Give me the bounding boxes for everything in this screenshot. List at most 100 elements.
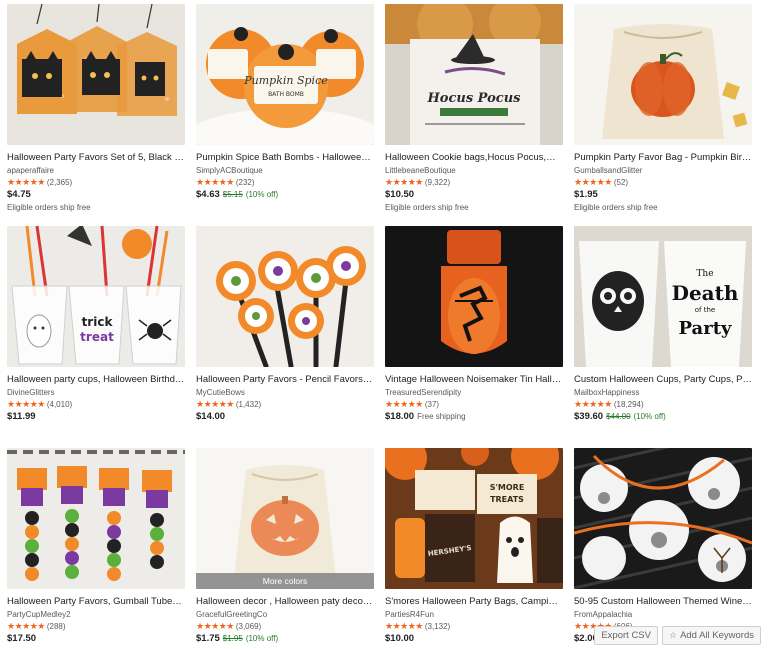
listing-title[interactable]: Halloween party cups, Halloween Birthday… — [7, 374, 185, 386]
price-row: $10.50 — [385, 189, 563, 201]
star-rating-icon: ★★★★★ — [385, 399, 423, 409]
listing-title[interactable]: Halloween Party Favors, Gumball Tubes, G… — [7, 596, 185, 608]
price: $4.63 — [196, 189, 220, 200]
listing-card[interactable]: Pumpkin Spice BATH BOMB Pumpkin Spice Ba… — [196, 4, 374, 226]
star-rating-icon: ★★★★★ — [385, 621, 423, 631]
review-count: (52) — [613, 178, 629, 187]
star-rating-icon: ★★★★★ — [7, 177, 45, 187]
listing-image[interactable] — [7, 4, 185, 145]
listing-image[interactable] — [574, 448, 752, 589]
price: $4.75 — [7, 189, 31, 200]
review-count: (288) — [46, 622, 66, 631]
listing-card[interactable]: Halloween Party Favors Set of 5, Black C… — [7, 4, 185, 226]
cup-text-death: Death — [672, 281, 739, 305]
review-count: (232) — [235, 178, 255, 187]
listing-title[interactable]: Halloween Party Favors Set of 5, Black C… — [7, 152, 185, 164]
rating: ★★★★★ (3,132) — [385, 621, 563, 632]
shop-name[interactable]: PartyCupMedley2 — [7, 610, 185, 620]
more-colors-overlay[interactable]: More colors — [196, 573, 374, 589]
cup-text-party: Party — [679, 318, 733, 339]
star-rating-icon: ★★★★★ — [7, 399, 45, 409]
listing-title[interactable]: Pumpkin Party Favor Bag - Pumpkin Birthd… — [574, 152, 752, 164]
listing-card[interactable]: Pumpkin Party Favor Bag - Pumpkin Birthd… — [574, 4, 752, 226]
shop-name[interactable]: MyCutieBows — [196, 388, 374, 398]
rating: ★★★★★ (52) — [574, 177, 752, 188]
listing-image[interactable] — [385, 226, 563, 367]
listing-card[interactable]: trick treat Halloween party cups, Hallow… — [7, 226, 185, 448]
discount-badge: (10% off) — [245, 634, 279, 643]
add-all-keywords-label: Add All Keywords — [680, 630, 754, 641]
export-csv-label: Export CSV — [601, 630, 651, 641]
listing-title[interactable]: Pumpkin Spice Bath Bombs - Halloween Ba.… — [196, 152, 374, 164]
shipping-note: Eligible orders ship free — [385, 203, 469, 212]
shop-name[interactable]: DivineGlitters — [7, 388, 185, 398]
shop-name[interactable]: TreasuredSerendipity — [385, 388, 563, 398]
listing-card[interactable]: S'MORE TREATS HERSHEY'S S'mores Hallowee… — [385, 448, 563, 648]
original-price: $1.95 — [222, 634, 243, 643]
rating: ★★★★★ (232) — [196, 177, 374, 188]
rating: ★★★★★ (1,432) — [196, 399, 374, 410]
listing-card[interactable]: Halloween Party Favors - Pencil Favors -… — [196, 226, 374, 448]
star-rating-icon: ★★★★★ — [385, 177, 423, 187]
shop-name[interactable]: GracefulGreetingCo — [196, 610, 374, 620]
smore-text-2: TREATS — [490, 495, 524, 504]
price: $10.50 — [385, 189, 415, 200]
listing-card[interactable]: Halloween Party Favors, Gumball Tubes, G… — [7, 448, 185, 648]
add-all-keywords-button[interactable]: ☆ Add All Keywords — [661, 626, 761, 645]
listing-card[interactable]: Vintage Halloween Noisemaker Tin Hallow.… — [385, 226, 563, 448]
cup-trick-text: trick — [82, 315, 114, 329]
listing-card[interactable]: Hocus Pocus Halloween Cookie bags,Hocus … — [385, 4, 563, 226]
shop-name[interactable]: apaperaffaire — [7, 166, 185, 176]
listing-image[interactable] — [574, 4, 752, 145]
listing-title[interactable]: Halloween decor , Halloween paty decor ,… — [196, 596, 374, 608]
listing-title[interactable]: Halloween Cookie bags,Hocus Pocus,Witc..… — [385, 152, 563, 164]
listing-card[interactable]: 50-95 Custom Halloween Themed Wine Ch...… — [574, 448, 752, 648]
listing-image[interactable]: Pumpkin Spice BATH BOMB — [196, 4, 374, 145]
star-rating-icon: ★★★★★ — [196, 177, 234, 187]
star-rating-icon: ★★★★★ — [574, 177, 612, 187]
listing-title[interactable]: S'mores Halloween Party Bags, Camping H.… — [385, 596, 563, 608]
rating: ★★★★★ (288) — [7, 621, 185, 632]
shop-name[interactable]: SimplyACBoutique — [196, 166, 374, 176]
export-csv-button[interactable]: Export CSV — [594, 626, 658, 645]
listing-image[interactable]: trick treat — [7, 226, 185, 367]
listing-image[interactable]: S'MORE TREATS HERSHEY'S — [385, 448, 563, 589]
listing-image[interactable]: More colors — [196, 448, 374, 589]
star-rating-icon: ★★★★★ — [574, 399, 612, 409]
rating: ★★★★★ (3,069) — [196, 621, 374, 632]
price-row: $39.60 $44.00 (10% off) — [574, 411, 752, 423]
shop-name[interactable]: FromAppalachia — [574, 610, 752, 620]
listing-card[interactable]: The Death of the Party Custom Halloween … — [574, 226, 752, 448]
rating: ★★★★★ (18,294) — [574, 399, 752, 410]
review-count: (18,294) — [613, 400, 644, 409]
price: $10.00 — [385, 633, 415, 644]
bath-bomb-sublabel: BATH BOMB — [268, 91, 304, 98]
shipping-note: Eligible orders ship free — [574, 203, 658, 212]
listing-title[interactable]: Halloween Party Favors - Pencil Favors -… — [196, 374, 374, 386]
listing-image[interactable]: The Death of the Party — [574, 226, 752, 367]
listing-image[interactable]: Hocus Pocus — [385, 4, 563, 145]
price: $18.00 — [385, 411, 415, 422]
listing-card[interactable]: More colors Halloween decor , Halloween … — [196, 448, 374, 648]
shop-name[interactable]: MailboxHappiness — [574, 388, 752, 398]
cup-text-the: The — [696, 269, 713, 279]
listing-grid: Halloween Party Favors Set of 5, Black C… — [7, 4, 761, 648]
shop-name[interactable]: GumballsandGlitter — [574, 166, 752, 176]
original-price: $44.00 — [606, 412, 631, 421]
price-row: $4.75 — [7, 189, 185, 201]
listing-title[interactable]: Custom Halloween Cups, Party Cups, Plast… — [574, 374, 752, 386]
rating: ★★★★★ (4,010) — [7, 399, 185, 410]
listing-title[interactable]: 50-95 Custom Halloween Themed Wine Ch... — [574, 596, 752, 608]
discount-badge: (10% off) — [245, 190, 279, 199]
extension-toolbar: Export CSV ☆ Add All Keywords — [594, 626, 761, 645]
listing-title[interactable]: Vintage Halloween Noisemaker Tin Hallow.… — [385, 374, 563, 386]
listing-image[interactable] — [7, 448, 185, 589]
listing-image[interactable] — [196, 226, 374, 367]
review-count: (3,069) — [235, 622, 262, 631]
price-row: $10.00 — [385, 633, 563, 645]
shop-name[interactable]: PartiesR4Fun — [385, 610, 563, 620]
discount-badge: (10% off) — [633, 412, 666, 421]
price: $17.50 — [7, 633, 37, 644]
rating: ★★★★★ (9,322) — [385, 177, 563, 188]
shop-name[interactable]: LittlebeaneBoutique — [385, 166, 563, 176]
